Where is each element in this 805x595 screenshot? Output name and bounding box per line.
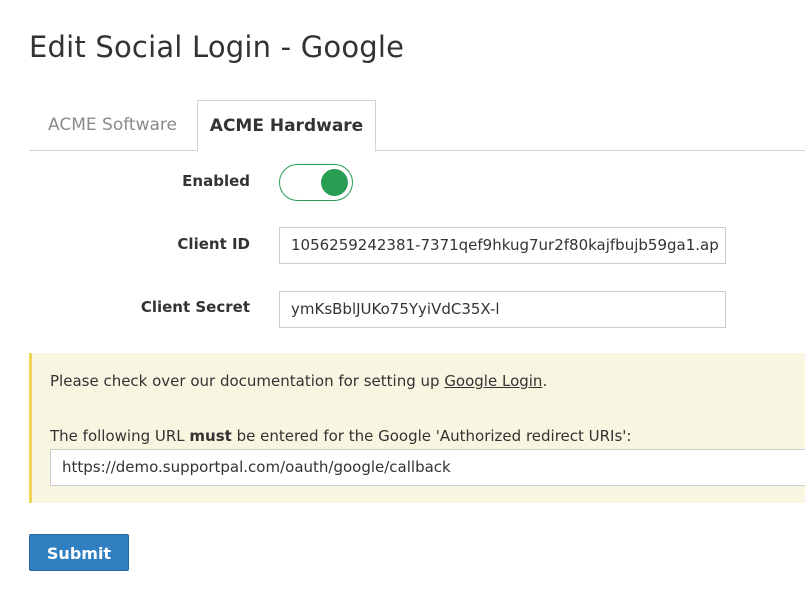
enabled-toggle[interactable] bbox=[279, 164, 353, 201]
url-prefix-text: The following URL bbox=[50, 427, 190, 445]
client-id-label: Client ID bbox=[177, 235, 250, 253]
enabled-label: Enabled bbox=[182, 172, 250, 190]
info-notice: Please check over our documentation for … bbox=[29, 353, 805, 503]
toggle-knob bbox=[321, 169, 348, 196]
submit-button[interactable]: Submit bbox=[29, 534, 129, 571]
client-secret-label: Client Secret bbox=[140, 298, 250, 316]
doc-prefix-text: Please check over our documentation for … bbox=[50, 372, 445, 390]
documentation-text: Please check over our documentation for … bbox=[50, 372, 547, 390]
tab-bar: ACME Software ACME Hardware bbox=[29, 100, 805, 152]
redirect-url-field[interactable]: https://demo.supportpal.com/oauth/google… bbox=[50, 449, 805, 486]
client-id-input[interactable]: 1056259242381-7371qef9hkug7ur2f80kajfbuj… bbox=[279, 227, 726, 264]
client-secret-input[interactable]: ymKsBblJUKo75YyiVdC35X-l bbox=[279, 291, 726, 328]
page-title: Edit Social Login - Google bbox=[29, 30, 405, 64]
url-emphasis-text: must bbox=[189, 427, 232, 445]
tab-acme-hardware[interactable]: ACME Hardware bbox=[197, 100, 376, 152]
url-suffix-text: be entered for the Google 'Authorized re… bbox=[231, 427, 632, 445]
tab-acme-software[interactable]: ACME Software bbox=[29, 100, 196, 151]
doc-suffix-text: . bbox=[542, 372, 548, 390]
google-login-link[interactable]: Google Login bbox=[444, 372, 542, 390]
redirect-instruction-text: The following URL must be entered for th… bbox=[50, 427, 631, 445]
